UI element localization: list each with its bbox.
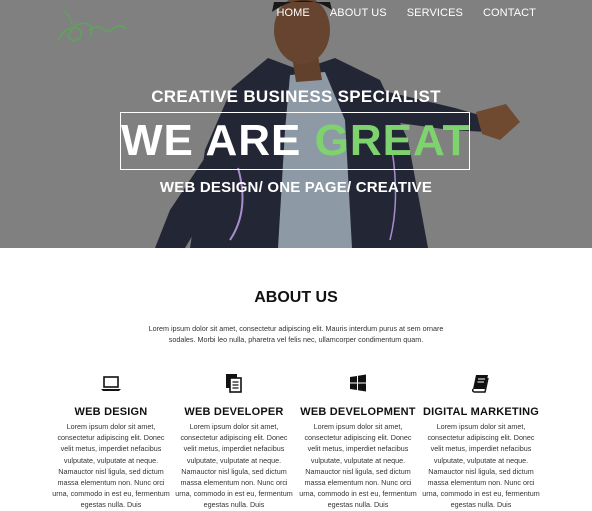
- book-icon: [472, 375, 489, 393]
- nav-home[interactable]: HOME: [276, 7, 309, 19]
- about-title: ABOUT US: [254, 289, 338, 306]
- headline-white-text: WE ARE: [121, 116, 302, 165]
- documents-icon: [226, 374, 242, 393]
- service-web-developer: WEB DEVELOPER Lorem ipsum dolor sit amet…: [174, 372, 294, 511]
- brand-logo[interactable]: [54, 6, 130, 46]
- service-web-design: WEB DESIGN Lorem ipsum dolor sit amet, c…: [51, 372, 171, 511]
- hero-headline-box: WE ARE GREAT: [120, 112, 470, 170]
- hero-tagline: CREATIVE BUSINESS SPECIALIST: [151, 87, 441, 106]
- hero-banner: HOME ABOUT US SERVICES CONTACT CREATIVE …: [0, 0, 592, 248]
- hero-headline: WE ARE GREAT: [121, 113, 469, 169]
- service-digital-marketing: DIGITAL MARKETING Lorem ipsum dolor sit …: [421, 372, 541, 511]
- hero-subline: WEB DESIGN/ ONE PAGE/ CREATIVE: [159, 179, 433, 196]
- service-title: WEB DEVELOPMENT: [300, 406, 416, 418]
- service-text: Lorem ipsum dolor sit amet, consectetur …: [299, 422, 417, 510]
- windows-icon: [350, 374, 366, 392]
- service-title: DIGITAL MARKETING: [422, 406, 540, 418]
- service-text: Lorem ipsum dolor sit amet, consectetur …: [175, 422, 293, 510]
- nav-about-us[interactable]: ABOUT US: [330, 7, 387, 19]
- nav-services[interactable]: SERVICES: [407, 7, 463, 19]
- nav-contact[interactable]: CONTACT: [483, 7, 536, 19]
- service-text: Lorem ipsum dolor sit amet, consectetur …: [52, 422, 170, 510]
- about-text: Lorem ipsum dolor sit amet, consectetur …: [148, 324, 444, 344]
- service-text: Lorem ipsum dolor sit amet, consectetur …: [422, 422, 540, 510]
- service-web-development: WEB DEVELOPMENT Lorem ipsum dolor sit am…: [298, 372, 418, 511]
- service-title: WEB DESIGN: [74, 406, 148, 418]
- laptop-icon: [101, 376, 121, 391]
- main-nav: HOME ABOUT US SERVICES CONTACT: [276, 7, 536, 19]
- headline-accent-text: GREAT: [314, 116, 471, 165]
- service-title: WEB DEVELOPER: [184, 406, 284, 418]
